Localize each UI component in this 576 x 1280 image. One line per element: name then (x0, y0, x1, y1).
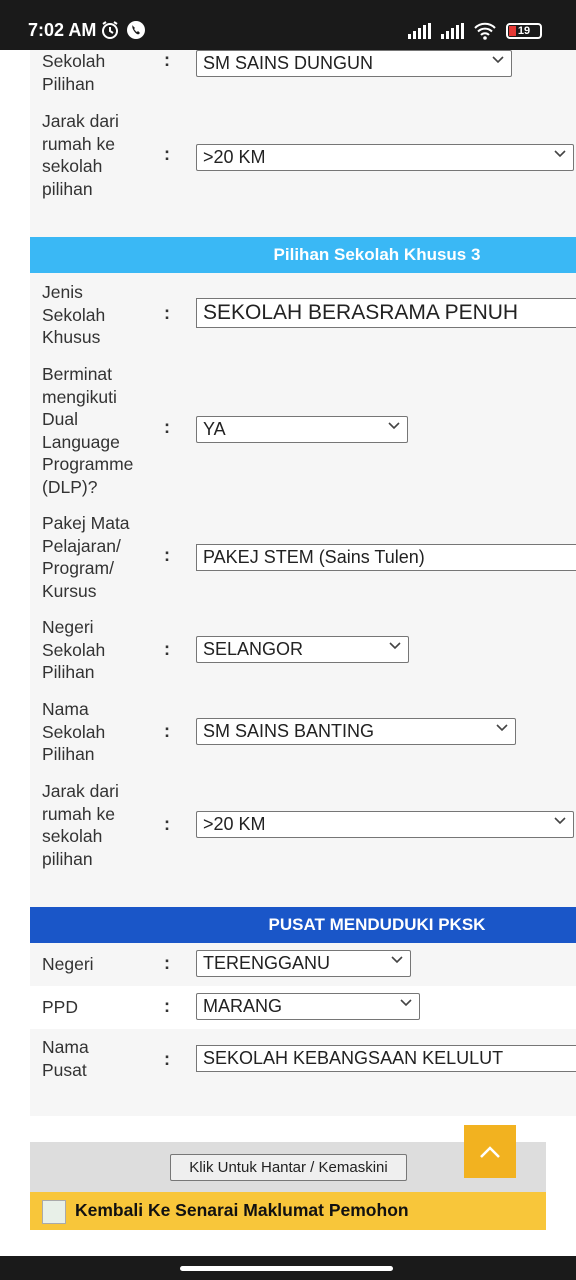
select-value: >20 KM (203, 814, 266, 834)
back-link[interactable]: Kembali Ke Senarai Maklumat Pemohon (30, 1192, 546, 1230)
colon: : (164, 721, 170, 741)
nama-pusat-field[interactable]: SEKOLAH KEBANGSAAN KELULUT (196, 1045, 576, 1072)
dlp-label: Berminat mengikuti Dual Language Program… (42, 364, 134, 497)
chevron-down-icon (554, 150, 566, 158)
row-jenis-sekolah: Jenis Sekolah Khusus : SEKOLAH BERASRAMA… (30, 273, 576, 355)
negeri-label: Negeri (42, 954, 94, 974)
signal-icon-1 (408, 23, 431, 39)
row-jarak-2: Jarak dari rumah ke sekolah pilihan : >2… (30, 102, 576, 206)
colon: : (164, 1049, 170, 1069)
phone-call-icon (127, 21, 145, 39)
section-title: Pilihan Sekolah Khusus 3 (273, 245, 481, 264)
chevron-down-icon (388, 422, 400, 430)
jarak-select[interactable]: >20 KM (196, 811, 574, 838)
negeri-label: Negeri Sekolah Pilihan (42, 617, 106, 682)
row-dlp: Berminat mengikuti Dual Language Program… (30, 355, 576, 507)
signal-icon-2 (441, 23, 464, 39)
colon: : (164, 144, 170, 164)
select-value: >20 KM (203, 147, 266, 167)
colon: : (164, 417, 170, 437)
select-value: SM SAINS BANTING (203, 721, 375, 741)
colon: : (164, 639, 170, 659)
colon: : (164, 50, 170, 70)
select-value: SELANGOR (203, 639, 304, 659)
pakej-label: Pakej Mata Pelajaran/ Program/ Kursus (42, 513, 130, 601)
jenis-sekolah-field[interactable]: SEKOLAH BERASRAMA PENUH (196, 298, 576, 328)
nama-pusat-label: Nama Pusat (42, 1037, 89, 1080)
colon: : (164, 545, 170, 565)
row-ppd: PPD : MARANG (30, 986, 576, 1029)
home-gesture-pill[interactable] (180, 1266, 393, 1271)
alarm-icon (102, 21, 118, 39)
row-negeri-pusat: Negeri : TERENGGANU (30, 943, 576, 986)
section-header-pusat: PUSAT MENDUDUKI PKSK (30, 907, 576, 943)
select-value: YA (203, 419, 226, 439)
submit-button[interactable]: Klik Untuk Hantar / Kemaskini (170, 1154, 407, 1181)
status-time: 7:02 AM (28, 20, 97, 40)
battery-icon: 19 (506, 23, 542, 39)
jarak-label: Jarak dari rumah ke sekolah pilihan (42, 111, 119, 199)
colon: : (164, 953, 170, 973)
spacer-row (30, 876, 576, 907)
nama-sekolah-select[interactable]: SM SAINS BANTING (196, 718, 516, 745)
sekolah-pilihan-select[interactable]: SM SAINS DUNGUN (196, 50, 512, 77)
negeri-pusat-select[interactable]: TERENGGANU (196, 950, 411, 977)
chevron-down-icon (400, 999, 412, 1007)
broken-image-icon (42, 1200, 66, 1224)
ppd-label: PPD (42, 997, 78, 1017)
colon: : (164, 814, 170, 834)
chevron-down-icon (554, 817, 566, 825)
form-page: Sekolah Pilihan : SM SAINS DUNGUN Jarak … (30, 50, 576, 1230)
section-title: PUSAT MENDUDUKI PKSK (268, 915, 486, 934)
row-nama-pusat: Nama Pusat : SEKOLAH KEBANGSAAN KELULUT (30, 1029, 576, 1088)
status-bar: 7:02 AM 19 (0, 0, 576, 50)
jenis-label: Jenis Sekolah Khusus (42, 282, 106, 347)
chevron-down-icon (492, 56, 504, 64)
negeri-select[interactable]: SELANGOR (196, 636, 409, 663)
dlp-select[interactable]: YA (196, 416, 408, 443)
colon: : (164, 303, 170, 323)
system-nav-bar (0, 1256, 576, 1280)
row-jarak-3: Jarak dari rumah ke sekolah pilihan : >2… (30, 773, 576, 876)
chevron-up-icon (480, 1146, 500, 1158)
nama-label: Nama Sekolah Pilihan (42, 699, 106, 764)
pakej-field[interactable]: PAKEJ STEM (Sains Tulen) (196, 544, 576, 571)
jarak-select[interactable]: >20 KM (196, 144, 574, 171)
spacer-row (30, 1088, 576, 1116)
row-negeri-sekolah: Negeri Sekolah Pilihan : SELANGOR (30, 609, 576, 691)
section-header-khusus-3: Pilihan Sekolah Khusus 3 (30, 237, 576, 273)
row-pakej: Pakej Mata Pelajaran/ Program/ Kursus : … (30, 507, 576, 609)
ppd-select[interactable]: MARANG (196, 993, 420, 1020)
jarak-label: Jarak dari rumah ke sekolah pilihan (42, 781, 119, 869)
sekolah-pilihan-label: Sekolah Pilihan (42, 51, 106, 94)
back-link-label: Kembali Ke Senarai Maklumat Pemohon (75, 1200, 409, 1220)
chevron-down-icon (389, 642, 401, 650)
row-sekolah-pilihan-2: Sekolah Pilihan : SM SAINS DUNGUN (30, 50, 576, 102)
wifi-icon (474, 22, 496, 40)
select-value: MARANG (203, 996, 283, 1016)
battery-level: 19 (517, 25, 531, 37)
chevron-down-icon (496, 724, 508, 732)
chevron-down-icon (391, 956, 403, 964)
status-icons-left (100, 20, 146, 40)
select-value: SM SAINS DUNGUN (203, 53, 374, 73)
colon: : (164, 996, 170, 1016)
status-icons-right: 19 (408, 22, 542, 40)
select-value: TERENGGANU (203, 953, 331, 973)
scroll-to-top-button[interactable] (464, 1125, 516, 1178)
row-nama-sekolah: Nama Sekolah Pilihan : SM SAINS BANTING (30, 691, 576, 773)
spacer-row (30, 206, 576, 237)
